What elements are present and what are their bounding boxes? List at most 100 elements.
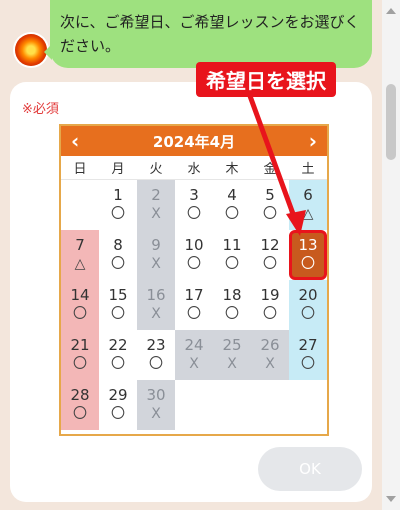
day-number: 30	[146, 386, 166, 404]
availability-mark: 〇	[301, 306, 315, 322]
calendar: ‹ 2024年4月 › 日 月 火 水 木 金 土 1 〇 2 X 3 〇 4 〇 5 〇 6 △ 7 △…	[59, 124, 329, 436]
day-cell[interactable]: 5〇	[251, 180, 289, 230]
scroll-down-icon[interactable]	[386, 496, 396, 502]
day-cell[interactable]: 22 〇	[99, 330, 137, 380]
day-number: 27	[298, 336, 318, 354]
availability-mark: X	[227, 356, 237, 372]
day-cell[interactable]: 8〇	[99, 230, 137, 280]
availability-mark: △	[302, 206, 314, 222]
availability-mark: 〇	[111, 306, 125, 322]
availability-mark: 〇	[111, 206, 125, 222]
availability-mark: △	[74, 256, 86, 272]
day-cell: 9X	[137, 230, 175, 280]
availability-mark: X	[151, 406, 161, 422]
day-number: 20	[298, 286, 318, 304]
day-number: 24	[184, 336, 204, 354]
availability-mark: 〇	[111, 406, 125, 422]
day-cell: 26 X	[251, 330, 289, 380]
day-number: 6	[303, 186, 313, 204]
weekday-tue: 火	[149, 162, 163, 177]
day-cell[interactable]: 27 〇	[289, 330, 327, 380]
day-number: 5	[265, 186, 275, 204]
day-cell[interactable]: 20 〇	[289, 280, 327, 330]
day-number: 23	[146, 336, 166, 354]
day-number: 18	[222, 286, 242, 304]
day-number: 25	[222, 336, 242, 354]
day-cell[interactable]: 14 〇	[61, 280, 99, 330]
day-cell[interactable]: 17 〇	[175, 280, 213, 330]
weekday-row: 日 月 火 水 木 金 土	[61, 156, 327, 180]
weekday-thu: 木	[225, 162, 239, 177]
availability-mark: X	[265, 356, 275, 372]
availability-mark: 〇	[187, 206, 201, 222]
availability-mark: 〇	[301, 256, 315, 272]
day-number: 9	[151, 236, 161, 254]
day-cell[interactable]: 21 〇	[61, 330, 99, 380]
day-number: 3	[189, 186, 199, 204]
day-cell[interactable]: 23 〇	[137, 330, 175, 380]
day-cell: 2X	[137, 180, 175, 230]
availability-mark: 〇	[263, 306, 277, 322]
availability-mark: 〇	[225, 306, 239, 322]
availability-mark: 〇	[73, 406, 87, 422]
chat-message-text: 次に、ご希望日、ご希望レッスンをお選びください。	[60, 13, 360, 55]
scroll-up-icon[interactable]	[386, 8, 396, 14]
day-cell[interactable]: 10 〇	[175, 230, 213, 280]
availability-mark: 〇	[73, 306, 87, 322]
weekday-sun: 日	[73, 162, 87, 177]
availability-mark: 〇	[111, 256, 125, 272]
availability-mark: 〇	[149, 356, 163, 372]
day-cell: 25 X	[213, 330, 251, 380]
availability-mark: 〇	[263, 206, 277, 222]
day-cell[interactable]: 13 〇	[289, 230, 327, 280]
day-cell[interactable]: 18 〇	[213, 280, 251, 330]
day-number: 26	[260, 336, 280, 354]
day-cell[interactable]: 15 〇	[99, 280, 137, 330]
day-number: 10	[184, 236, 204, 254]
availability-mark: X	[189, 356, 199, 372]
weekday-fri: 金	[263, 162, 277, 177]
day-cell: 24 X	[175, 330, 213, 380]
day-number: 12	[260, 236, 280, 254]
scroll-thumb[interactable]	[386, 84, 396, 160]
day-cell[interactable]: 1〇	[99, 180, 137, 230]
day-number: 28	[70, 386, 90, 404]
day-number: 29	[108, 386, 128, 404]
annotation-label: 希望日を選択	[196, 62, 336, 97]
day-number: 1	[113, 186, 123, 204]
availability-mark: 〇	[263, 256, 277, 272]
day-number: 15	[108, 286, 128, 304]
day-cell[interactable]: 28 〇	[61, 380, 99, 430]
day-number: 22	[108, 336, 128, 354]
day-cell[interactable]: 6 △	[289, 180, 327, 230]
weekday-wed: 水	[187, 162, 201, 177]
availability-mark: 〇	[187, 306, 201, 322]
scrollbar[interactable]	[382, 0, 400, 510]
calendar-month-title: 2024年4月	[152, 132, 236, 151]
day-number: 21	[70, 336, 90, 354]
day-cell[interactable]: 4〇	[213, 180, 251, 230]
day-number: 13	[298, 236, 318, 254]
day-cell[interactable]: 29 〇	[99, 380, 137, 430]
availability-mark: X	[151, 306, 161, 322]
chevron-left-icon[interactable]: ‹	[71, 131, 79, 151]
day-number: 2	[151, 186, 161, 204]
day-cell[interactable]: 12 〇	[251, 230, 289, 280]
day-cell[interactable]: 19 〇	[251, 280, 289, 330]
availability-mark: 〇	[111, 356, 125, 372]
day-number: 17	[184, 286, 204, 304]
day-number: 8	[113, 236, 123, 254]
day-cell[interactable]: 7 △	[61, 230, 99, 280]
day-cell: 16 X	[137, 280, 175, 330]
chevron-right-icon[interactable]: ›	[309, 131, 317, 151]
calendar-header: ‹ 2024年4月 ›	[61, 126, 327, 156]
day-number: 19	[260, 286, 280, 304]
weekday-sat: 土	[301, 162, 315, 177]
availability-mark: 〇	[301, 356, 315, 372]
day-cell[interactable]: 11 〇	[213, 230, 251, 280]
day-number: 4	[227, 186, 237, 204]
availability-mark: X	[151, 206, 161, 222]
bot-avatar	[15, 34, 47, 66]
ok-button[interactable]: OK	[258, 447, 362, 491]
day-cell[interactable]: 3〇	[175, 180, 213, 230]
